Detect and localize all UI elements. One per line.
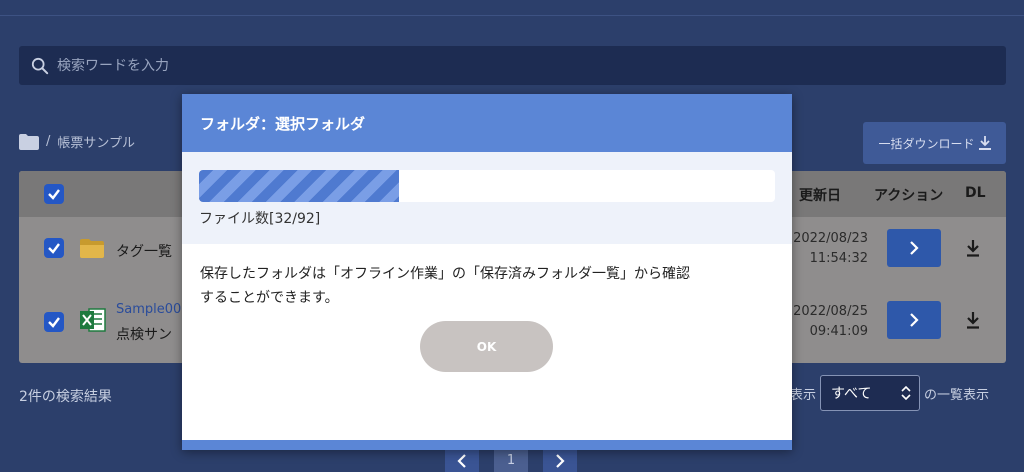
prev-page-button[interactable] [445,449,479,472]
progress-section: ファイル数[32/92] [182,152,792,244]
dialog-message-line2: することができます。 [200,290,339,306]
check-icon [48,189,60,200]
row-file-link[interactable]: Sample00 [116,302,181,317]
search-bar[interactable] [19,46,1006,85]
chevron-right-icon [910,313,919,327]
top-divider [0,15,1024,16]
dialog-footer-bar [182,440,792,450]
per-page-prefix: 表示 [790,387,817,403]
folder-icon [19,133,39,150]
bulk-download-label: 一括ダウンロード [878,136,975,151]
download-icon[interactable] [965,239,981,257]
breadcrumb: / 帳票サンプル [19,132,135,151]
per-page-suffix: の一覧表示 [924,387,990,403]
dialog-message: 保存したフォルダは「オフライン作業」の「保存済みフォルダ一覧」から確認 すること… [182,244,792,310]
chevron-right-icon [910,241,919,255]
row-action-button[interactable] [887,229,941,267]
download-icon[interactable] [965,311,981,329]
progress-bar [199,170,775,202]
header-dl: DL [965,185,986,201]
check-icon [48,243,60,254]
row-name: 点検サン [116,327,172,343]
per-page-select[interactable]: すべて [820,375,921,411]
row-date-time: 09:41:09 [809,324,868,339]
file-count: ファイル数[32/92] [199,211,321,227]
row-date-time: 11:54:32 [809,251,868,266]
row-checkbox[interactable] [44,238,64,258]
check-icon [48,317,60,328]
header-action: アクション [874,188,944,204]
per-page-control: 表示 すべて の一覧表示 [790,375,989,411]
breadcrumb-current[interactable]: 帳票サンプル [57,132,135,151]
save-progress-dialog: フォルダ：選択フォルダ ファイル数[32/92] 保存したフォルダは「オフライン… [182,94,792,450]
search-icon [31,57,49,74]
progress-bar-fill [199,170,400,202]
row-date-day: 2022/08/25 [793,304,868,319]
current-page[interactable]: 1 [494,449,528,472]
header-updated: 更新日 [799,188,841,204]
search-input[interactable] [57,57,957,74]
chevron-right-icon [556,453,565,468]
download-icon [978,136,991,150]
per-page-value: すべて [831,386,872,402]
dialog-title: フォルダ：選択フォルダ [182,94,792,152]
results-count: 2件の検索結果 [19,389,112,405]
bulk-download-button[interactable]: 一括ダウンロード [863,122,1006,164]
row-date-day: 2022/08/23 [793,231,868,246]
folder-icon [80,239,104,258]
row-date: 2022/08/23 11:54:32 [793,229,868,269]
row-checkbox[interactable] [44,312,64,332]
select-all-checkbox[interactable] [44,184,64,204]
chevron-left-icon [457,453,466,468]
select-arrows-icon [901,386,911,400]
row-name[interactable]: タグ一覧 [116,241,172,261]
breadcrumb-separator: / [46,134,51,149]
next-page-button[interactable] [543,449,577,472]
excel-icon [80,308,106,332]
pagination: 1 [445,449,577,472]
ok-button[interactable]: OK [420,321,553,372]
row-date: 2022/08/25 09:41:09 [793,302,868,342]
dialog-message-line1: 保存したフォルダは「オフライン作業」の「保存済みフォルダ一覧」から確認 [200,266,690,282]
row-action-button[interactable] [887,301,941,339]
